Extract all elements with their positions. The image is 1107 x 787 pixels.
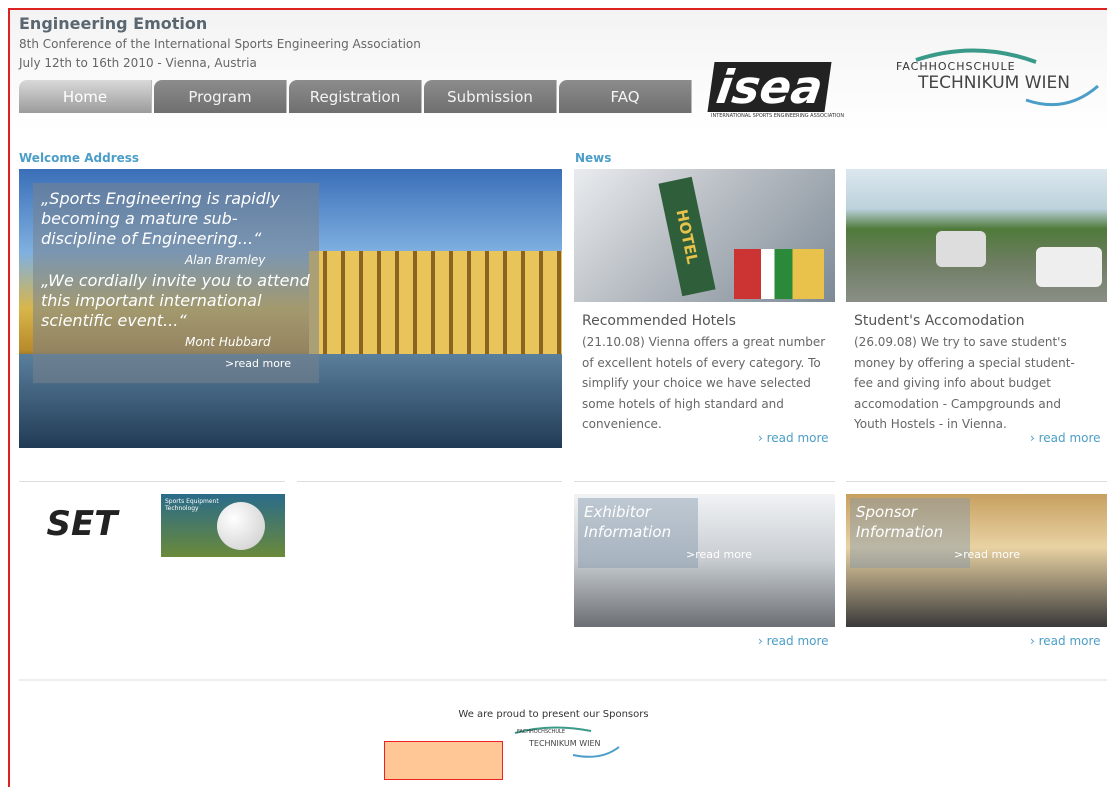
news-text-hotels: (21.10.08) Vienna offers a great number … (582, 335, 826, 431)
read-more-student[interactable]: › read more (1030, 431, 1101, 445)
set-logo[interactable]: SET (37, 496, 127, 552)
welcome-quote-1: „Sports Engineering is rapidly becoming … (41, 189, 280, 248)
quote-author-1: Alan Bramley (185, 253, 266, 267)
camper-van-image (1036, 247, 1102, 287)
news-title-student[interactable]: Student's Accomodation (854, 313, 1024, 329)
welcome-hero-image[interactable]: „Sports Engineering is rapidly becoming … (19, 169, 562, 448)
exhibitor-image[interactable]: Exhibitor Information >read more (574, 494, 835, 627)
read-more-hotels-label: read more (766, 431, 829, 445)
campground-image[interactable] (846, 169, 1107, 302)
exhibitor-overlay-read-more[interactable]: >read more (686, 548, 752, 561)
exhibitor-title: Exhibitor Information (584, 503, 672, 541)
divider (19, 481, 285, 482)
tab-home[interactable]: Home (19, 80, 152, 113)
sponsor-fh-bottom: TECHNIKUM WIEN (529, 739, 601, 748)
read-more-sponsor[interactable]: › read more (1030, 634, 1101, 648)
divider (574, 481, 835, 482)
sponsor-fh-top: FACHHOCHSCHULE (517, 729, 565, 735)
highlight-box (384, 741, 503, 780)
flags-image (734, 249, 824, 299)
welcome-quote-2: „We cordially invite you to attend this … (41, 271, 310, 330)
welcome-heading[interactable]: Welcome Address (19, 151, 139, 165)
news-text-student: (26.09.08) We try to save student's mone… (854, 335, 1075, 431)
welcome-read-more[interactable]: >read more (225, 357, 291, 370)
technikum-wien-logo[interactable]: FACHHOCHSCHULE TECHNIKUM WIEN (886, 46, 1101, 116)
sponsor-technikum-logo[interactable]: FACHHOCHSCHULE TECHNIKUM WIEN (511, 725, 621, 759)
fh-logo-bottom: TECHNIKUM WIEN (918, 73, 1070, 93)
news-heading[interactable]: News (575, 151, 611, 165)
read-more-sponsor-label: read more (1038, 634, 1101, 648)
quote-author-2: Mont Hubbard (185, 335, 271, 349)
read-more-exhibitor[interactable]: › read more (758, 634, 829, 648)
tab-registration[interactable]: Registration (289, 80, 422, 113)
sponsors-text: We are proud to present our Sponsors (458, 709, 649, 720)
spt-caption: Sports Equipment Technology (165, 498, 219, 512)
sports-equipment-technology-logo[interactable]: Sports Equipment Technology (161, 494, 285, 557)
read-more-student-label: read more (1038, 431, 1101, 445)
golf-ball-image (217, 502, 265, 550)
read-more-hotels[interactable]: › read more (758, 431, 829, 445)
tab-submission[interactable]: Submission (424, 80, 557, 113)
set-logo-text: SET (46, 504, 118, 544)
site-title: Engineering Emotion (19, 14, 208, 33)
palace-image (309, 251, 562, 361)
sponsor-title: Sponsor Information (856, 503, 944, 541)
divider (297, 481, 562, 482)
tab-faq[interactable]: FAQ (559, 80, 692, 113)
conference-subtitle: 8th Conference of the International Spor… (19, 37, 421, 51)
hotel-image[interactable]: HOTEL (574, 169, 835, 302)
sponsor-overlay-read-more[interactable]: >read more (954, 548, 1020, 561)
footer-divider (19, 679, 1107, 681)
isea-logo-word: isea (707, 60, 832, 114)
divider (846, 481, 1107, 482)
camper-van-image (936, 231, 986, 267)
main-nav: Home Program Registration Submission FAQ (19, 80, 692, 113)
hotel-sign: HOTEL (658, 176, 716, 297)
read-more-exhibitor-label: read more (766, 634, 829, 648)
news-title-hotels[interactable]: Recommended Hotels (582, 313, 736, 329)
sponsor-image[interactable]: Sponsor Information >read more (846, 494, 1107, 627)
conference-date: July 12th to 16th 2010 - Vienna, Austria (19, 56, 257, 70)
fh-logo-top: FACHHOCHSCHULE (896, 60, 1016, 73)
isea-logo[interactable]: isea INTERNATIONAL SPORTS ENGINEERING AS… (707, 60, 879, 119)
tab-program[interactable]: Program (154, 80, 287, 113)
